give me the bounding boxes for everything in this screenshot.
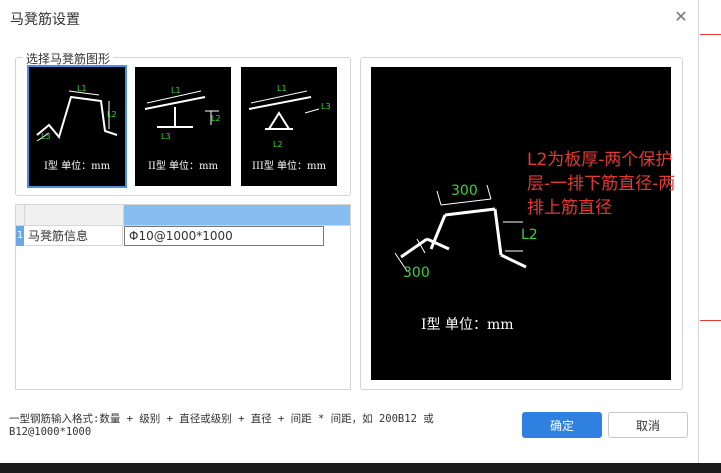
dialog-title: 马凳筋设置 — [10, 12, 80, 28]
input-format-hint: 一型钢筋输入格式:数量 + 级别 + 直径或级别 + 直径 + 间距 * 间距，… — [9, 413, 434, 438]
shape-option-type-2[interactable]: L1 L2 L3 II型 单位：mm — [135, 67, 231, 186]
stool-rebar-settings-dialog: 马凳筋设置 ✕ 选择马凳筋图形 L1 L2 L3 I型 单位：mm L1 L2 … — [0, 0, 699, 463]
confirm-button[interactable]: 确定 — [522, 412, 602, 438]
background-bottom-bar — [0, 463, 721, 473]
stool-rebar-info-input[interactable]: Φ10@1000*1000 — [124, 226, 324, 246]
grid-column-header-value — [124, 205, 350, 226]
dim-label: L3 — [41, 132, 51, 141]
shape-option-label: III型 单位：mm — [252, 161, 326, 172]
shape-option-type-3[interactable]: L1 L3 L2 III型 单位：mm — [241, 67, 337, 186]
grid-column-header-name — [25, 205, 124, 226]
property-grid: 1 马凳筋信息 Φ10@1000*1000 — [15, 204, 351, 390]
grid-corner-header — [16, 205, 25, 226]
preview-dim-top: 300 — [451, 183, 478, 199]
shape-option-label: II型 单位：mm — [147, 161, 219, 172]
dim-label: L1 — [77, 84, 87, 93]
close-icon[interactable]: ✕ — [673, 9, 689, 25]
shape-selection-legend: 选择马凳筋图形 — [23, 50, 114, 67]
dim-label: L2 — [273, 140, 283, 149]
grid-field-label: 马凳筋信息 — [25, 226, 123, 246]
background-red-line — [700, 320, 721, 321]
cancel-button[interactable]: 取消 — [608, 412, 688, 438]
shape-option-type-1[interactable]: L1 L2 L3 I型 单位：mm — [27, 65, 127, 188]
dim-label: L3 — [321, 102, 331, 111]
dim-label: L1 — [277, 84, 287, 93]
background-app-strip — [698, 0, 721, 473]
dim-label: L2 — [107, 110, 117, 119]
annotation-text: L2为板厚-两个保护层-一排下筋直径-两排上筋直径 — [527, 150, 676, 218]
shape-option-label: I型 单位：mm — [43, 161, 111, 172]
grid-row-number: 1 — [16, 226, 24, 246]
dim-label: L3 — [161, 132, 171, 141]
preview-shape-drawing: 300 L2 300 I型 单位：mm — [394, 183, 538, 333]
preview-caption: I型 单位：mm — [421, 317, 514, 333]
dim-label: L2 — [211, 114, 221, 123]
preview-dim-bottom: 300 — [403, 265, 430, 281]
preview-dim-side: L2 — [521, 227, 538, 243]
dim-label: L1 — [171, 86, 181, 95]
preview-canvas: 300 L2 300 I型 单位：mm — [371, 67, 671, 380]
background-red-line — [700, 34, 721, 35]
